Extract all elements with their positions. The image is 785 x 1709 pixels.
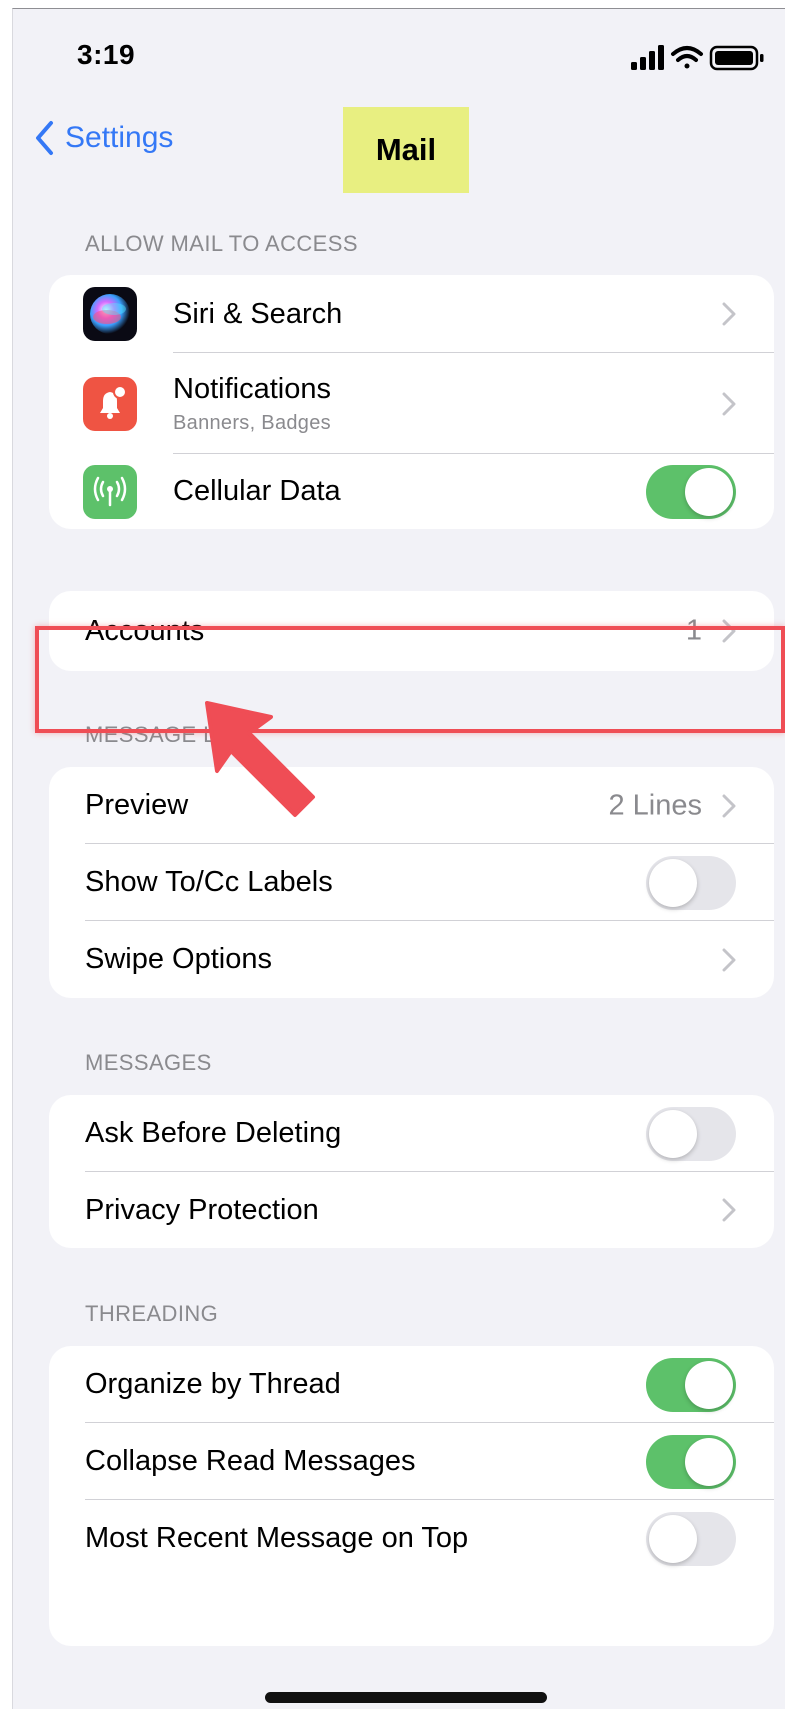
preview-value: 2 Lines [608,789,702,821]
row-notifications[interactable]: Notifications Banners, Badges [49,353,774,454]
cellular-data-label: Cellular Data [173,475,341,507]
most-recent-on-top-label: Most Recent Message on Top [85,1522,469,1554]
section-header-threading: THREADING [85,1301,219,1326]
toggle-knob [685,467,733,516]
chevron-right-icon [722,392,736,415]
cellular-signal-icon [631,45,664,70]
cellular-data-toggle[interactable] [646,464,736,519]
toggle-knob [649,1109,697,1158]
show-to-cc-label: Show To/Cc Labels [85,866,333,898]
annotation-arrow-icon [205,701,315,817]
cellular-antenna-icon [83,464,137,519]
collapse-read-label: Collapse Read Messages [85,1445,416,1477]
row-swipe-options[interactable]: Swipe Options [49,921,774,998]
row-collapse-read-messages: Collapse Read Messages [49,1423,774,1500]
ask-before-deleting-toggle[interactable] [646,1106,736,1161]
siri-icon [83,287,137,341]
wifi-icon [671,46,703,69]
title-highlight: Mail [343,107,469,193]
siri-search-label: Siri & Search [173,297,343,330]
row-ask-before-deleting: Ask Before Deleting [49,1095,774,1172]
group-messages: Ask Before Deleting Privacy Protection [49,1095,774,1248]
home-indicator[interactable] [265,1692,547,1703]
row-siri-search[interactable]: Siri & Search [49,275,774,353]
chevron-right-icon [722,794,736,817]
notifications-label: Notifications [173,372,331,405]
back-button-label: Settings [65,121,174,154]
toggle-knob [685,1437,733,1486]
notifications-text: Notifications Banners, Badges [173,373,331,435]
row-most-recent-on-top: Most Recent Message on Top [49,1500,774,1577]
chevron-right-icon [722,948,736,971]
toggle-knob [649,858,697,907]
section-header-allow-access: ALLOW MAIL TO ACCESS [85,231,358,256]
row-cellular-data: Cellular Data [49,454,774,529]
organize-by-thread-toggle[interactable] [646,1357,736,1412]
collapse-read-toggle[interactable] [646,1434,736,1489]
group-message-list: Preview 2 Lines Show To/Cc Labels Swipe … [49,767,774,998]
group-allow-access: Siri & Search Notifications Banners, Bad… [49,275,774,529]
chevron-left-icon [36,121,53,155]
page-title: Mail [375,132,437,167]
annotation-highlight-box [35,626,785,733]
preview-label: Preview [85,789,189,821]
row-show-to-cc-labels: Show To/Cc Labels [49,844,774,921]
most-recent-on-top-toggle[interactable] [646,1511,736,1566]
battery-icon [709,45,764,71]
privacy-protection-label: Privacy Protection [85,1193,319,1226]
chevron-right-icon [722,302,736,326]
toggle-knob [685,1360,733,1409]
ask-before-deleting-label: Ask Before Deleting [85,1117,342,1149]
row-organize-by-thread: Organize by Thread [49,1346,774,1423]
screen: 3:19 Settings Mail ALLOW MAIL TO ACCESS … [12,8,785,1709]
row-preview[interactable]: Preview 2 Lines [49,767,774,844]
toggle-knob [649,1514,697,1563]
navigation-bar: Settings Mail [13,99,785,193]
status-icons [631,43,781,73]
back-button[interactable]: Settings [33,119,173,157]
status-time: 3:19 [77,39,136,70]
notifications-sublabel: Banners, Badges [173,411,331,434]
row-privacy-protection[interactable]: Privacy Protection [49,1172,774,1248]
show-to-cc-toggle[interactable] [646,855,736,910]
organize-by-thread-label: Organize by Thread [85,1368,341,1400]
swipe-options-label: Swipe Options [85,943,272,975]
status-bar: 3:19 [13,9,785,99]
group-threading: Organize by Thread Collapse Read Message… [49,1346,774,1646]
notifications-icon [83,376,137,431]
chevron-right-icon [722,1198,736,1222]
section-header-messages: MESSAGES [85,1050,212,1075]
